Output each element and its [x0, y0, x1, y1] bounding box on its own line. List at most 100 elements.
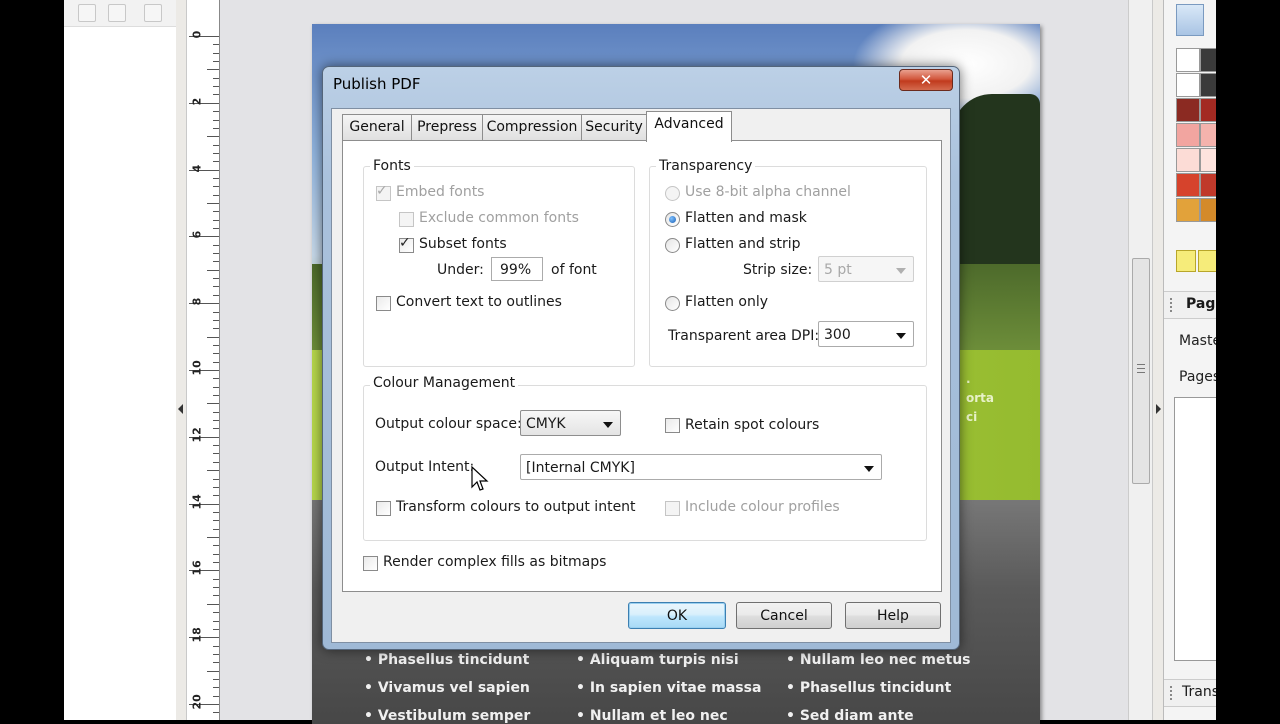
collapse-left-icon[interactable] [178, 404, 183, 414]
transparency-panel-header[interactable]: Trans [1164, 679, 1217, 707]
page-marker-icon[interactable] [1198, 250, 1217, 272]
retain-spot-label: Retain spot colours [685, 417, 820, 433]
page-text-line: . [966, 372, 971, 386]
toolbar-icon[interactable] [108, 4, 126, 22]
pages-panel-header[interactable]: Pag [1164, 291, 1217, 319]
colour-swatch[interactable] [1200, 48, 1217, 72]
colour-swatch[interactable] [1176, 198, 1200, 222]
ruler-tick [207, 604, 219, 605]
subset-threshold-input[interactable]: 99% [491, 257, 543, 281]
flatten-strip-radio[interactable] [665, 238, 680, 253]
colour-swatch[interactable] [1200, 173, 1217, 197]
pages-list[interactable] [1174, 397, 1217, 661]
help-button[interactable]: Help [845, 602, 941, 629]
convert-outlines-checkbox[interactable] [376, 296, 391, 311]
ruler-subtick [213, 312, 219, 313]
ruler-label: 2 [190, 97, 204, 106]
use-alpha-label: Use 8-bit alpha channel [685, 184, 851, 200]
colour-swatch[interactable] [1176, 123, 1200, 147]
right-collapse-strip[interactable] [1152, 0, 1163, 720]
ruler-subtick [213, 554, 219, 555]
tab-security[interactable]: Security [581, 114, 647, 140]
colour-swatch[interactable] [1200, 123, 1217, 147]
master-pages-label[interactable]: Maste [1179, 333, 1217, 349]
colour-swatch[interactable] [1200, 98, 1217, 122]
page-marker-icon[interactable] [1176, 250, 1196, 272]
tab-prepress[interactable]: Prepress [411, 114, 483, 140]
advanced-tab-pane: Fonts ✓ Embed fonts Exclude common fonts… [342, 140, 942, 592]
ruler-subtick [213, 579, 219, 580]
left-collapse-strip[interactable] [176, 0, 187, 720]
ruler-subtick [213, 295, 219, 296]
fill-swatch-icon[interactable] [1176, 4, 1204, 36]
tab-compression[interactable]: Compression [482, 114, 582, 140]
ruler-subtick [213, 562, 219, 563]
output-colour-space-select[interactable]: CMYK [520, 410, 621, 436]
ruler-label: 0 [190, 30, 204, 39]
cancel-button[interactable]: Cancel [736, 602, 832, 629]
left-panel [64, 0, 176, 720]
embed-fonts-checkbox[interactable]: ✓ [376, 183, 391, 201]
render-bitmaps-checkbox[interactable] [363, 556, 378, 571]
ruler-subtick [213, 286, 219, 287]
ruler-subtick [213, 662, 219, 663]
retain-spot-checkbox[interactable] [665, 418, 680, 433]
output-intent-select[interactable]: [Internal CMYK] [520, 454, 882, 480]
output-colour-space-label: Output colour space: [375, 416, 522, 432]
include-profiles-checkbox[interactable] [665, 501, 680, 516]
toolbar-icon[interactable] [78, 4, 96, 22]
subset-fonts-label: Subset fonts [419, 236, 507, 252]
colour-swatch[interactable] [1176, 98, 1200, 122]
ruler-subtick [213, 253, 219, 254]
output-intent-value: [Internal CMYK] [526, 460, 635, 476]
colour-swatch[interactable] [1176, 173, 1200, 197]
colour-swatch[interactable] [1200, 73, 1217, 97]
ruler-label: 14 [190, 494, 204, 510]
ruler-subtick [213, 453, 219, 454]
colour-swatch[interactable] [1176, 148, 1200, 172]
tab-advanced[interactable]: Advanced [646, 111, 732, 142]
vertical-ruler: 0 2 4 6 8 10 12 14 16 18 20 [187, 0, 220, 720]
flatten-mask-radio[interactable] [665, 212, 680, 227]
ruler-subtick [213, 211, 219, 212]
chevron-down-icon [864, 466, 874, 472]
ruler-subtick [213, 646, 219, 647]
colour-swatch[interactable] [1200, 148, 1217, 172]
pages-label[interactable]: Pages [1179, 369, 1217, 385]
ruler-tick [207, 270, 219, 271]
flatten-only-radio[interactable] [665, 296, 680, 311]
colour-swatch[interactable] [1176, 48, 1200, 72]
ruler-subtick [213, 228, 219, 229]
close-button[interactable]: ✕ [899, 69, 953, 91]
chevron-down-icon [603, 422, 613, 428]
ruler-tick [207, 671, 219, 672]
ruler-tick [207, 69, 219, 70]
screen-edge [1216, 0, 1280, 720]
strip-size-value: 5 pt [824, 262, 852, 278]
tab-general[interactable]: General [342, 114, 412, 140]
ruler-subtick [213, 128, 219, 129]
ruler-subtick [213, 362, 219, 363]
ruler-subtick [213, 629, 219, 630]
bullet-item: • Vivamus vel sapien [364, 680, 530, 696]
ruler-subtick [213, 44, 219, 45]
chevron-down-icon [896, 268, 906, 274]
grip-icon [1170, 686, 1174, 700]
vertical-scrollbar[interactable] [1128, 0, 1153, 720]
bullet-item: • In sapien vitae massa [576, 680, 762, 696]
transparency-header-label: Trans [1182, 684, 1217, 700]
colour-swatch[interactable] [1200, 198, 1217, 222]
ok-button[interactable]: OK [628, 602, 726, 629]
collapse-right-icon[interactable] [1156, 404, 1161, 414]
output-colour-space-value: CMYK [526, 416, 566, 432]
colour-swatch[interactable] [1176, 73, 1200, 97]
ruler-tick [207, 337, 219, 338]
exclude-common-fonts-checkbox[interactable] [399, 212, 414, 227]
use-alpha-radio[interactable] [665, 186, 680, 201]
dpi-select[interactable]: 300 [818, 321, 914, 347]
subset-fonts-checkbox[interactable]: ✓ [399, 235, 414, 253]
toolbar-icon[interactable] [144, 4, 162, 22]
scrollbar-grip-icon [1137, 364, 1145, 373]
transform-colours-checkbox[interactable] [376, 501, 391, 516]
strip-size-select[interactable]: 5 pt [818, 256, 914, 282]
